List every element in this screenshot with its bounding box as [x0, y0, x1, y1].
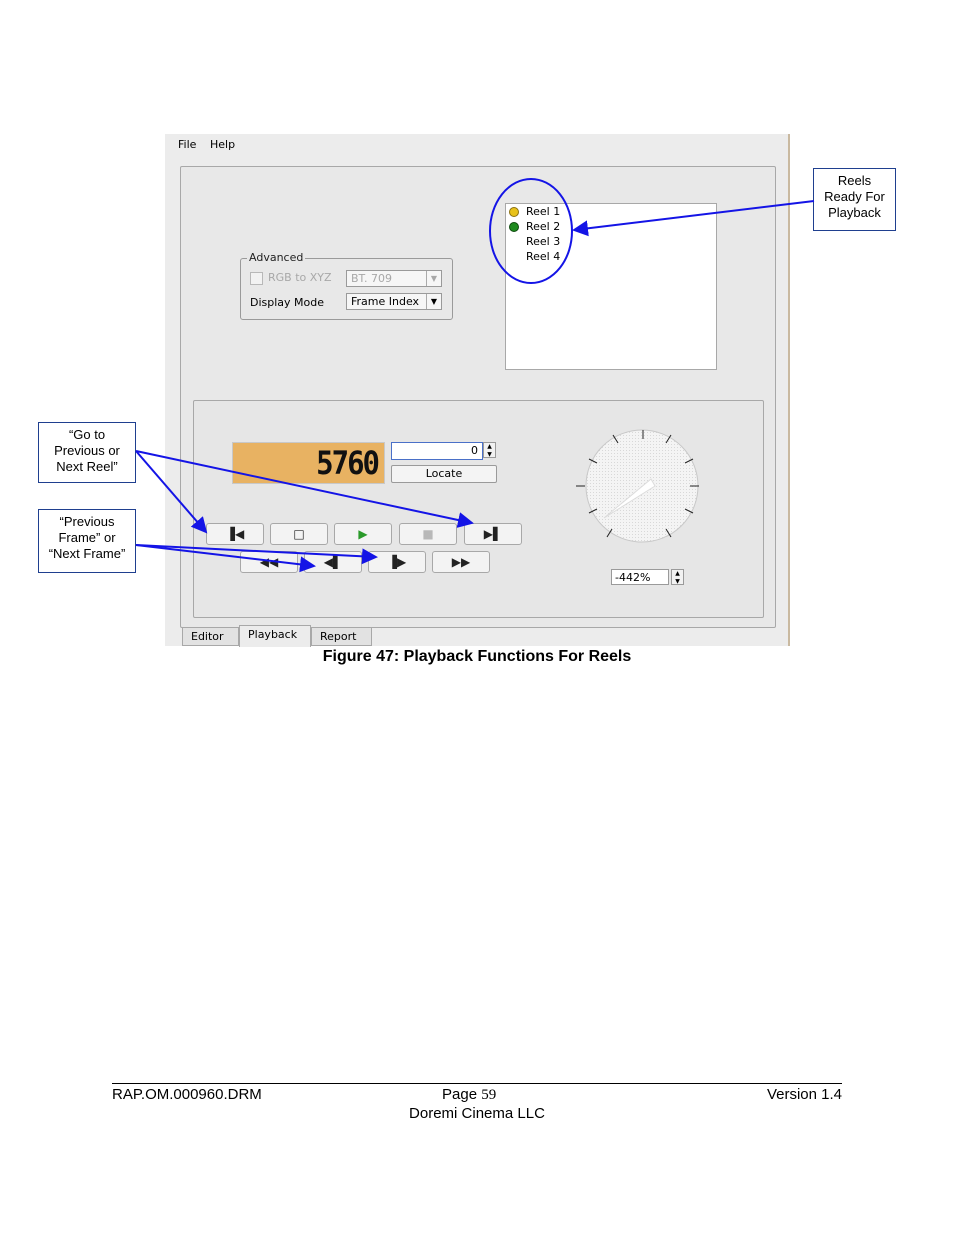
- annotation-overlay: [135, 178, 815, 573]
- footer-page-label: Page: [442, 1086, 478, 1103]
- footer-company: Doremi Cinema LLC: [409, 1105, 545, 1122]
- footer-page-number: 59: [481, 1087, 497, 1103]
- arrow-next-frame: [135, 544, 378, 565]
- footer-version: Version 1.4: [766, 1086, 842, 1103]
- reel-highlight-ellipse: [489, 178, 573, 284]
- arrow-reels-ready: [572, 200, 815, 237]
- figure-caption: Figure 47: Playback Functions For Reels: [322, 648, 632, 665]
- footer-rule: [112, 1083, 842, 1084]
- footer-page: Page 59: [442, 1086, 496, 1104]
- footer-doc-id: RAP.OM.000960.DRM: [112, 1086, 262, 1103]
- arrow-next-reel: [135, 450, 474, 528]
- arrow-prev-frame: [135, 544, 316, 573]
